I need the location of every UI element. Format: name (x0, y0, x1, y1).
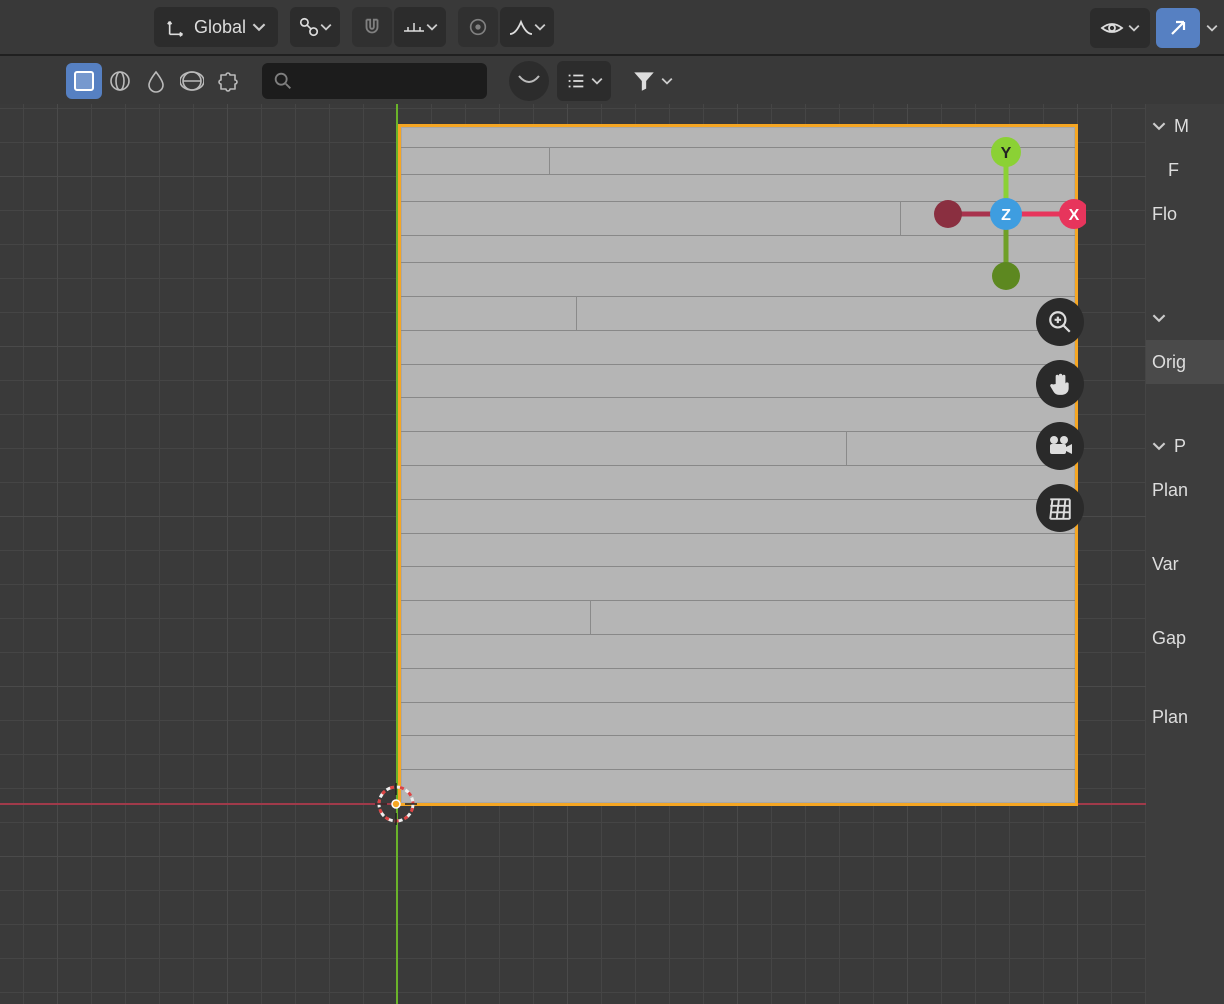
pan-button[interactable] (1036, 360, 1084, 408)
chevron-down-icon (1206, 22, 1218, 34)
n-panel-properties: M F Flo Orig P Plan Var Gap Plan (1146, 104, 1224, 1004)
chevron-down-icon (426, 21, 438, 33)
globe-icon (180, 69, 204, 93)
magnet-icon (361, 16, 383, 38)
orientation-icon (166, 16, 188, 38)
zoom-icon (1047, 309, 1073, 335)
falloff-icon (508, 16, 534, 38)
perspective-toggle-button[interactable] (1036, 484, 1084, 532)
navigation-gizmo[interactable]: X Y Z (926, 134, 1086, 294)
proportional-icon (467, 16, 489, 38)
pivot-dropdown[interactable] (290, 7, 340, 47)
sphere-wire-icon (108, 69, 132, 93)
visibility-dropdown[interactable] (1090, 8, 1150, 48)
list-icon (565, 70, 587, 92)
gap-row: Gap (1146, 616, 1224, 660)
hand-icon (1047, 371, 1073, 397)
chevron-down-icon (661, 75, 673, 87)
plane-row-1: Plan (1146, 468, 1224, 512)
display-mode-wire[interactable] (102, 63, 138, 99)
camera-view-button[interactable] (1036, 422, 1084, 470)
gizmo-x-label: X (1069, 207, 1080, 224)
camera-icon (1046, 434, 1074, 458)
display-mode-solid[interactable] (138, 63, 174, 99)
panel-item: F (1146, 148, 1224, 192)
puzzle-icon (216, 69, 240, 93)
zoom-button[interactable] (1036, 298, 1084, 346)
display-mode-bbox[interactable] (66, 63, 102, 99)
viewport-nav-controls (1036, 298, 1084, 532)
outliner-filter-dropdown[interactable] (557, 61, 611, 101)
gizmo-z-label: Z (1001, 207, 1011, 224)
chevron-down-icon (1128, 22, 1140, 34)
snap-increment-icon (402, 17, 426, 37)
chevron-down-icon (252, 20, 266, 34)
orientation-label: Global (194, 17, 246, 38)
3d-viewport[interactable]: X Y Z (0, 104, 1146, 1004)
smile-icon (516, 72, 542, 90)
outliner-header (0, 58, 1146, 104)
panel-section-header-small[interactable] (1146, 296, 1224, 340)
panel-section-header-1[interactable]: M (1146, 104, 1224, 148)
chevron-down-icon (1152, 119, 1166, 133)
funnel-filter-dropdown[interactable] (621, 61, 683, 101)
gizmo-y-label: Y (1001, 145, 1012, 162)
viewport-header: Global (0, 0, 1224, 56)
eye-icon (1100, 16, 1124, 40)
variance-row: Var (1146, 542, 1224, 586)
chevron-down-icon (1152, 311, 1166, 325)
chevron-down-icon (591, 75, 603, 87)
transform-orientation-dropdown[interactable]: Global (154, 7, 278, 47)
display-mode-material[interactable] (174, 63, 210, 99)
panel-item-floor: Flo (1146, 192, 1224, 236)
pivot-icon (298, 16, 320, 38)
search-icon (272, 70, 294, 92)
curve-dropdown[interactable] (509, 61, 549, 101)
funnel-icon (631, 68, 657, 94)
snap-toggle[interactable] (352, 7, 392, 47)
droplet-icon (144, 69, 168, 93)
display-mode-rendered[interactable] (210, 63, 246, 99)
chevron-down-icon (534, 21, 546, 33)
bbox-icon (72, 69, 96, 93)
panel-section-header-2[interactable]: P (1146, 424, 1224, 468)
plane-row-2: Plan (1146, 695, 1224, 739)
gizmo-toggle[interactable] (1156, 8, 1200, 48)
chevron-down-icon (1152, 439, 1166, 453)
3d-cursor (373, 781, 419, 827)
search-input[interactable] (262, 63, 487, 99)
proportional-edit-toggle[interactable] (458, 7, 498, 47)
origin-row[interactable]: Orig (1146, 340, 1224, 384)
chevron-down-icon (320, 21, 332, 33)
proportional-falloff-dropdown[interactable] (500, 7, 554, 47)
snap-dropdown[interactable] (394, 7, 446, 47)
grid-icon (1047, 495, 1073, 521)
gizmo-arrow-icon (1166, 16, 1190, 40)
